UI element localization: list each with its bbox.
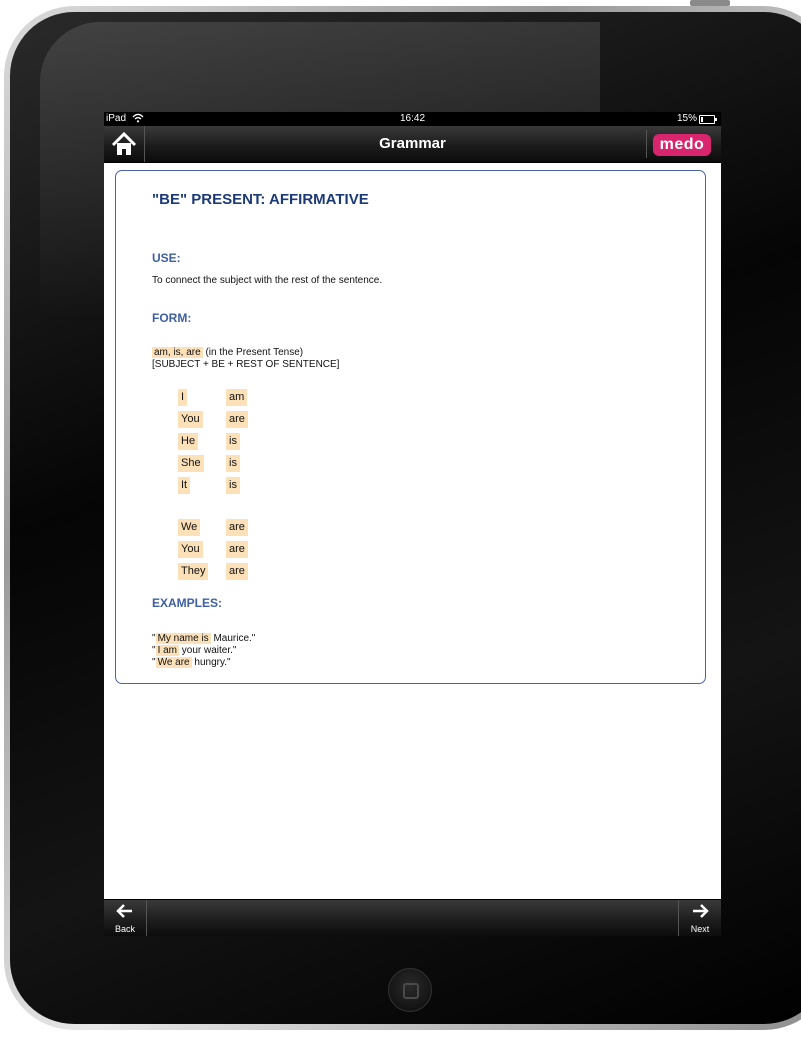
- next-label: Next: [690, 924, 710, 934]
- example-highlight: I am: [155, 645, 180, 656]
- back-button[interactable]: Back: [104, 900, 147, 936]
- arrow-left-icon: [104, 902, 146, 924]
- battery-icon: [699, 115, 717, 124]
- conjugation-verb: is: [226, 455, 240, 472]
- arrow-right-icon: [679, 902, 721, 924]
- form-highlight: am, is, are: [152, 347, 203, 358]
- status-bar: iPad 16:42 15%: [104, 112, 721, 126]
- conjugation-subject: She: [178, 455, 204, 472]
- use-text: To connect the subject with the rest of …: [152, 275, 383, 286]
- nav-bar: Grammar medo: [104, 126, 721, 163]
- conjugation-subject: You: [178, 411, 203, 428]
- status-time: 16:42: [399, 113, 426, 124]
- home-button-square-icon: [403, 983, 419, 999]
- conjugation-verb: is: [226, 433, 240, 450]
- lesson-card: "BE" PRESENT: AFFIRMATIVE USE: To connec…: [115, 170, 706, 684]
- form-line: am, is, are (in the Present Tense): [152, 347, 303, 358]
- conjugation-subject: You: [178, 541, 203, 558]
- lesson-title: "BE" PRESENT: AFFIRMATIVE: [152, 191, 369, 208]
- form-heading: FORM:: [152, 311, 192, 325]
- conjugation-verb: are: [226, 541, 248, 558]
- next-button[interactable]: Next: [678, 900, 721, 936]
- conjugation-verb: are: [226, 563, 248, 580]
- examples-heading: EXAMPLES:: [152, 596, 223, 610]
- form-note: (in the Present Tense): [205, 347, 304, 358]
- medo-logo[interactable]: medo: [646, 130, 717, 158]
- app-screen: iPad 16:42 15% Grammar medo "BE" PRESENT…: [104, 112, 721, 936]
- form-formula: [SUBJECT + BE + REST OF SENTENCE]: [152, 359, 340, 370]
- hardware-home-button[interactable]: [388, 968, 432, 1012]
- logo-text: medo: [653, 134, 711, 156]
- example-line: " I am your waiter.": [152, 645, 237, 656]
- back-label: Back: [114, 924, 135, 934]
- battery-percent: 15%: [676, 113, 697, 124]
- conjugation-subject: It: [178, 477, 191, 494]
- conjugation-verb: am: [226, 389, 248, 406]
- conjugation-verb: are: [226, 411, 248, 428]
- conjugation-verb: is: [226, 477, 240, 494]
- conjugation-verb: are: [226, 519, 248, 536]
- use-heading: USE:: [152, 251, 181, 265]
- conjugation-subject: I: [178, 389, 188, 406]
- conjugation-subject: They: [178, 563, 209, 580]
- example-highlight: We are: [155, 657, 192, 668]
- conjugation-subject: He: [178, 433, 199, 450]
- example-line: " My name is Maurice.": [152, 633, 256, 644]
- bottom-toolbar: Back Next: [104, 899, 721, 936]
- sleep-button: [690, 0, 730, 6]
- conjugation-subject: We: [178, 519, 201, 536]
- example-highlight: My name is: [155, 633, 211, 644]
- nav-title: Grammar: [379, 135, 446, 152]
- example-line: " We are hungry.": [152, 657, 231, 668]
